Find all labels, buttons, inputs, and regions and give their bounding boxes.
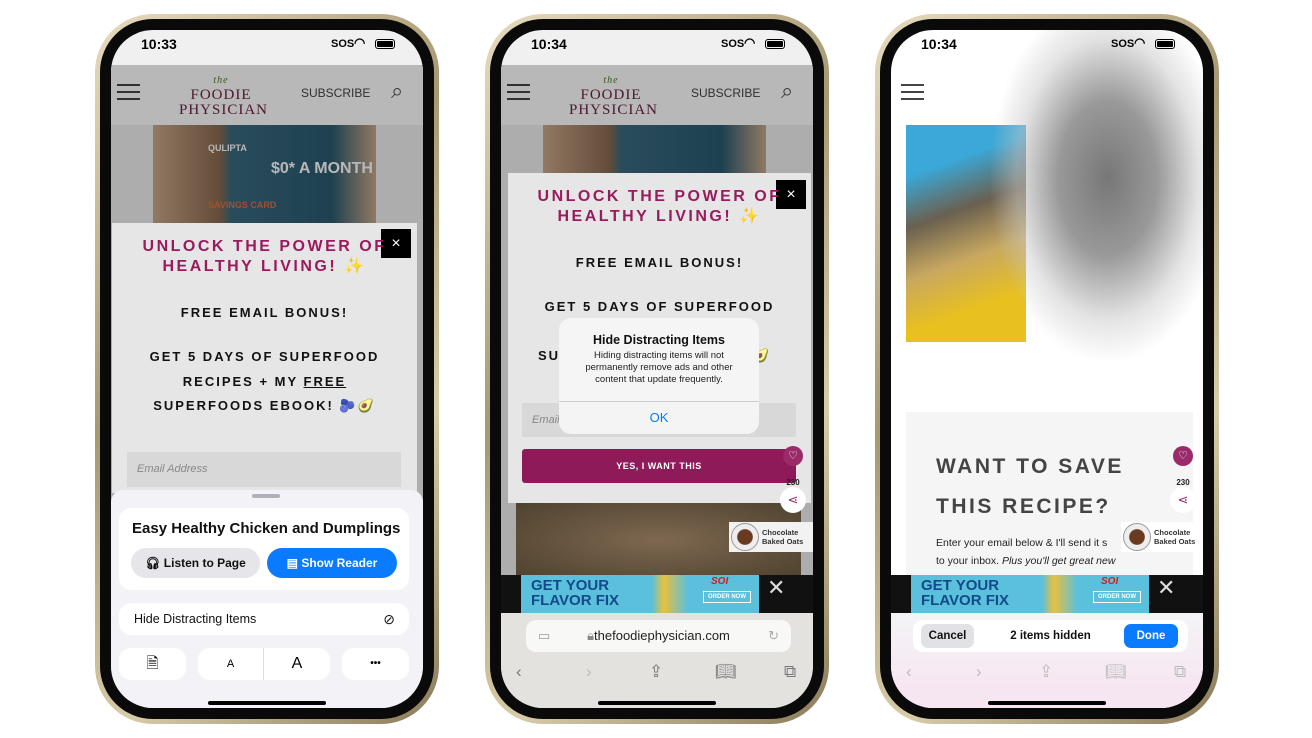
hide-items-bar: Cancel 2 items hidden Done [913, 620, 1188, 652]
card-text: Enter your email below & I'll send it s [936, 537, 1108, 549]
home-indicator [988, 701, 1106, 705]
popup-headline: UNLOCK THE POWER OF [142, 238, 387, 255]
increase-font-button[interactable]: A [264, 648, 330, 680]
wifi-icon: ◠ [744, 35, 756, 50]
popup-headline: HEALTHY LIVING! ✨ [557, 208, 762, 225]
carrier: SOS [721, 38, 745, 50]
page-menu-icon[interactable]: ▭ [538, 620, 550, 652]
page-menu-sheet: Easy Healthy Chicken and Dumplings 🎧︎ Li… [111, 490, 423, 708]
popup-text: FREE EMAIL BONUS! [180, 305, 349, 320]
phone-1: 10:33 SOS ◠ the FOODIE PHYSICIAN SUBSCRIBE… [95, 14, 439, 724]
related-recipe-badge[interactable]: Chocolate Baked Oats [729, 522, 813, 552]
hide-distracting-items-alert: Hide Distracting Items Hiding distractin… [559, 318, 759, 434]
show-reader-button[interactable]: ▤ Show Reader [267, 548, 397, 578]
popup-text: RECIPES + MY FREE [182, 374, 347, 389]
reload-icon[interactable]: ↻ [768, 620, 779, 652]
more-button[interactable]: ••• [342, 648, 409, 680]
time: 10:34 [921, 36, 957, 52]
cancel-button[interactable]: Cancel [921, 624, 974, 648]
bookmarks-icon[interactable]: 📖︎ [1105, 662, 1127, 682]
share-count: 230 [1176, 478, 1190, 487]
carrier: SOS [331, 38, 355, 50]
headphones-icon: 🎧︎ [145, 556, 164, 570]
share-page-icon[interactable]: ⇪ [1039, 662, 1053, 682]
share-icon[interactable]: ⋖ [1170, 487, 1196, 513]
wifi-icon: ◠ [1134, 35, 1146, 50]
decrease-font-button[interactable]: A [198, 648, 264, 680]
ad-banner[interactable]: GET YOUR FLAVOR FIX SOI ORDER NOW [911, 575, 1149, 613]
screen: 10:33 SOS ◠ the FOODIE PHYSICIAN SUBSCRIBE… [111, 30, 423, 708]
recipe-thumbnail [1123, 523, 1151, 551]
home-indicator [598, 701, 716, 705]
phone-3: 10:34 SOS ◠ WANT TO SAVE THIS RECIPE? En… [875, 14, 1219, 724]
alert-title: Hide Distracting Items [593, 333, 725, 347]
popup-text: SU [538, 348, 561, 363]
carrier: SOS [1111, 38, 1135, 50]
share-page-icon[interactable]: ⇪ [649, 662, 663, 682]
bottom-ad: GET YOUR FLAVOR FIX SOI ORDER NOW ✕ [501, 575, 813, 613]
popup-text: GET 5 DAYS OF SUPERFOOD [149, 349, 380, 364]
wifi-icon: ◠ [354, 35, 366, 50]
page-search-icon: 🗎 [146, 655, 159, 672]
battery-icon [1155, 39, 1175, 49]
close-ad-icon[interactable]: ✕ [767, 575, 785, 601]
recipe-thumbnail [731, 523, 759, 551]
done-button[interactable]: Done [1124, 624, 1178, 648]
status-bar: 10:34 SOS ◠ [891, 30, 1203, 65]
heart-icon[interactable]: ♡ [1173, 446, 1193, 466]
email-input[interactable]: Email Address [127, 452, 401, 487]
tabs-icon[interactable]: ⧉ [1174, 662, 1186, 682]
time: 10:34 [531, 36, 567, 52]
hide-distracting-items-row[interactable]: Hide Distracting Items ⊘ [119, 603, 409, 635]
page-title: Easy Healthy Chicken and Dumplings [132, 520, 401, 537]
lock-icon: 🔒︎ [587, 628, 595, 643]
ad-banner[interactable]: GET YOUR FLAVOR FIX SOI ORDER NOW [521, 575, 759, 613]
time: 10:33 [141, 36, 177, 52]
tabs-icon[interactable]: ⧉ [784, 662, 796, 682]
reader-icon: ▤ [286, 556, 302, 570]
eye-slash-icon: ⊘ [383, 611, 395, 627]
disappearing-element-effect [991, 30, 1203, 360]
related-recipe-badge[interactable]: Chocolate Baked Oats [1121, 522, 1203, 552]
reader-card: Easy Healthy Chicken and Dumplings 🎧︎ Li… [119, 508, 409, 590]
popup-text: GET 5 DAYS OF SUPERFOOD [544, 299, 775, 314]
share-icon[interactable]: ⋖ [780, 487, 806, 513]
phone-2: 10:34 SOS ◠ the FOODIE PHYSICIAN SUBSCRIBE… [485, 14, 829, 724]
listen-to-page-button[interactable]: 🎧︎ Listen to Page [131, 548, 260, 578]
signup-popup: × UNLOCK THE POWER OF HEALTHY LIVING! ✨ … [112, 223, 417, 493]
forward-icon[interactable]: › [586, 662, 592, 682]
bookmarks-icon[interactable]: 📖︎ [715, 662, 737, 682]
card-text: to your inbox. Plus you'll get great new [936, 555, 1116, 567]
back-icon[interactable]: ‹ [516, 662, 522, 682]
card-title: THIS RECIPE? [936, 495, 1111, 518]
popup-text: SUPERFOODS EBOOK! 🫐🥑 [153, 398, 376, 413]
alert-message: Hiding distracting items will not perman… [585, 350, 733, 385]
address-bar[interactable]: ▭ 🔒︎thefoodiephysician.com ↻ [526, 620, 791, 652]
battery-icon [375, 39, 395, 49]
card-title: WANT TO SAVE [936, 455, 1124, 478]
page-search-button[interactable]: 🗎 [119, 648, 186, 680]
home-indicator [208, 701, 326, 705]
ok-button[interactable]: OK [559, 401, 759, 434]
share-count: 230 [786, 478, 800, 487]
status-bar: 10:34 SOS ◠ [501, 30, 813, 65]
font-size-control: A A [198, 648, 330, 680]
status-bar: 10:33 SOS ◠ [111, 30, 423, 65]
menu-icon[interactable] [901, 84, 924, 100]
heart-icon[interactable]: ♡ [783, 446, 803, 466]
forward-icon[interactable]: › [976, 662, 982, 682]
popup-headline: HEALTHY LIVING! ✨ [162, 258, 367, 275]
yes-i-want-this-button[interactable]: YES, I WANT THIS [522, 449, 796, 483]
close-ad-icon[interactable]: ✕ [1157, 575, 1175, 601]
screen: 10:34 SOS ◠ WANT TO SAVE THIS RECIPE? En… [891, 30, 1203, 708]
popup-headline: UNLOCK THE POWER OF [537, 188, 782, 205]
back-icon[interactable]: ‹ [906, 662, 912, 682]
bottom-ad: GET YOUR FLAVOR FIX SOI ORDER NOW ✕ [891, 575, 1203, 613]
battery-icon [765, 39, 785, 49]
sheet-handle[interactable] [252, 494, 280, 498]
popup-text: FREE EMAIL BONUS! [575, 255, 744, 270]
screen: 10:34 SOS ◠ the FOODIE PHYSICIAN SUBSCRIBE… [501, 30, 813, 708]
